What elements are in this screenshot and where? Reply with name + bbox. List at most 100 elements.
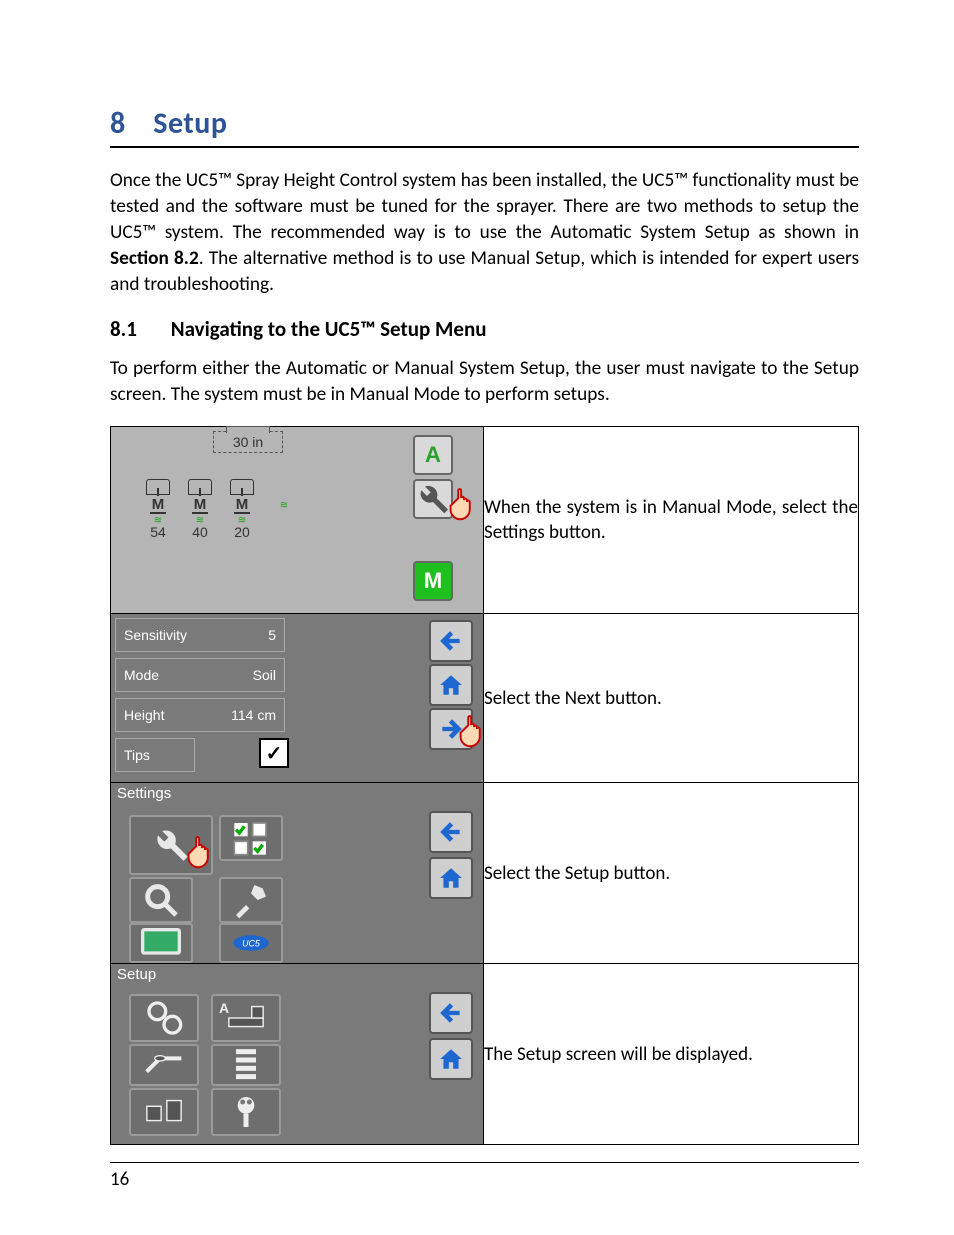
settings-list-screen: Sensitivity 5 Mode Soil Height 114 cm Ti…	[111, 614, 483, 782]
screenshot-cell: Setup A	[111, 964, 484, 1145]
table-row: Sensitivity 5 Mode Soil Height 114 cm Ti…	[111, 614, 859, 783]
settings-menu-screen: Settings	[111, 783, 483, 963]
screen-title: Settings	[111, 783, 483, 811]
screenshot-cell: 30 in M ≋ 54 M ≋ 40	[111, 427, 484, 614]
sensor-boom-icon	[144, 1045, 184, 1085]
about-button[interactable]: UC5	[219, 923, 283, 963]
list-item[interactable]: Tips	[115, 738, 195, 772]
list-item-value: Soil	[253, 667, 276, 683]
sensor-value: 40	[192, 524, 208, 540]
manual-mode-screen: 30 in M ≋ 54 M ≋ 40	[111, 427, 483, 613]
list-item[interactable]: Height 114 cm	[115, 698, 285, 732]
back-button[interactable]	[429, 811, 473, 853]
checkboxes-icon	[231, 818, 271, 858]
step-caption: When the system is in Manual Mode, selec…	[484, 427, 859, 614]
logo-icon: UC5	[231, 923, 271, 963]
list-item-label: Sensitivity	[124, 627, 187, 643]
home-icon	[438, 672, 464, 698]
geometry-label: A	[219, 1000, 229, 1016]
subsection-title: Navigating to the UC5™ Setup Menu	[171, 316, 487, 342]
step-caption: Select the Setup button.	[484, 783, 859, 964]
page-number: 16	[110, 1168, 129, 1191]
list-item[interactable]: Sensitivity 5	[115, 618, 285, 652]
next-button[interactable]	[429, 708, 473, 750]
auto-setup-button[interactable]	[129, 994, 199, 1042]
list-item-value: 5	[268, 627, 276, 643]
valve-setup-button[interactable]	[129, 1088, 199, 1136]
section-heading: 8 Setup	[110, 105, 859, 142]
subsection-heading: 8.1 Navigating to the UC5™ Setup Menu	[110, 316, 859, 342]
height-waves-icon	[226, 1045, 266, 1085]
table-row: 30 in M ≋ 54 M ≋ 40	[111, 427, 859, 614]
subsection-number: 8.1	[110, 316, 166, 342]
intro-text-b: . The alternative method is to use Manua…	[110, 247, 859, 296]
home-button[interactable]	[429, 664, 473, 706]
sensor-readout: M ≋ 20	[225, 479, 259, 540]
tuning-button[interactable]	[211, 1088, 281, 1136]
setup-button[interactable]	[129, 815, 213, 875]
intro-bold: Section 8.2	[110, 247, 199, 270]
sensor-readout: M ≋ 40	[183, 479, 217, 540]
sensor-mode-letter: M	[150, 497, 166, 514]
back-button[interactable]	[429, 620, 473, 662]
screenshot-cell: Sensitivity 5 Mode Soil Height 114 cm Ti…	[111, 614, 484, 783]
section-title: Setup	[153, 105, 227, 142]
tuning-icon	[226, 1092, 266, 1132]
sensor-value: 54	[150, 524, 166, 540]
list-item-value: 114 cm	[231, 707, 276, 723]
sensor-readout: M ≋ 54	[141, 479, 175, 540]
boom-height-readout: 30 in	[213, 431, 283, 453]
home-button[interactable]	[429, 857, 473, 899]
auto-mode-button[interactable]: A	[413, 435, 453, 475]
svg-text:UC5: UC5	[242, 939, 260, 949]
list-item-label: Tips	[124, 747, 150, 763]
home-icon	[438, 1046, 464, 1072]
intro-paragraph: Once the UC5™ Spray Height Control syste…	[110, 168, 859, 298]
table-row: Setup A	[111, 964, 859, 1145]
home-button[interactable]	[429, 1038, 473, 1080]
intro-text-a: Once the UC5™ Spray Height Control syste…	[110, 169, 859, 244]
home-icon	[438, 865, 464, 891]
magnifier-icon	[141, 880, 181, 920]
arrow-left-icon	[438, 819, 464, 845]
subsection-intro: To perform either the Automatic or Manua…	[110, 356, 859, 408]
setup-screen: Setup A	[111, 964, 483, 1144]
display-button[interactable]	[129, 923, 193, 963]
sensor-mode-letter: M	[234, 497, 250, 514]
footer-rule	[110, 1162, 859, 1163]
sensor-readout: ≋	[267, 499, 301, 509]
step-caption: The Setup screen will be displayed.	[484, 964, 859, 1145]
wrench-icon	[415, 481, 451, 517]
monitor-icon	[141, 923, 181, 963]
boom-geometry-icon	[226, 998, 266, 1038]
valve-icon	[144, 1092, 184, 1132]
screwdriver-wrench-icon	[231, 880, 271, 920]
arrow-left-icon	[438, 1000, 464, 1026]
screenshot-cell: Settings	[111, 783, 484, 964]
list-item-label: Mode	[124, 667, 159, 683]
gears-icon	[144, 998, 184, 1038]
sensor-value: 20	[234, 524, 250, 540]
diagnostics-button[interactable]	[129, 877, 193, 923]
arrow-left-icon	[438, 628, 464, 654]
heading-rule	[110, 146, 859, 148]
manual-mode-button[interactable]: M	[413, 561, 453, 601]
geometry-button[interactable]: A	[211, 994, 281, 1042]
list-item-label: Height	[124, 707, 164, 723]
tools-button[interactable]	[219, 877, 283, 923]
section-number: 8	[110, 105, 146, 142]
table-row: Settings	[111, 783, 859, 964]
sensor-mode-letter: M	[192, 497, 208, 514]
settings-button[interactable]	[413, 479, 453, 519]
list-item[interactable]: Mode Soil	[115, 658, 285, 692]
arrow-right-icon	[438, 716, 464, 742]
options-button[interactable]	[219, 815, 283, 861]
back-button[interactable]	[429, 992, 473, 1034]
steps-table: 30 in M ≋ 54 M ≋ 40	[110, 426, 859, 1145]
step-caption: Select the Next button.	[484, 614, 859, 783]
tips-checkbox[interactable]: ✓	[259, 738, 289, 768]
sensor-setup-button[interactable]	[129, 1044, 199, 1086]
height-setup-button[interactable]	[211, 1044, 281, 1086]
checkmark-icon: ✓	[266, 741, 283, 766]
wrench-icon	[151, 825, 191, 865]
